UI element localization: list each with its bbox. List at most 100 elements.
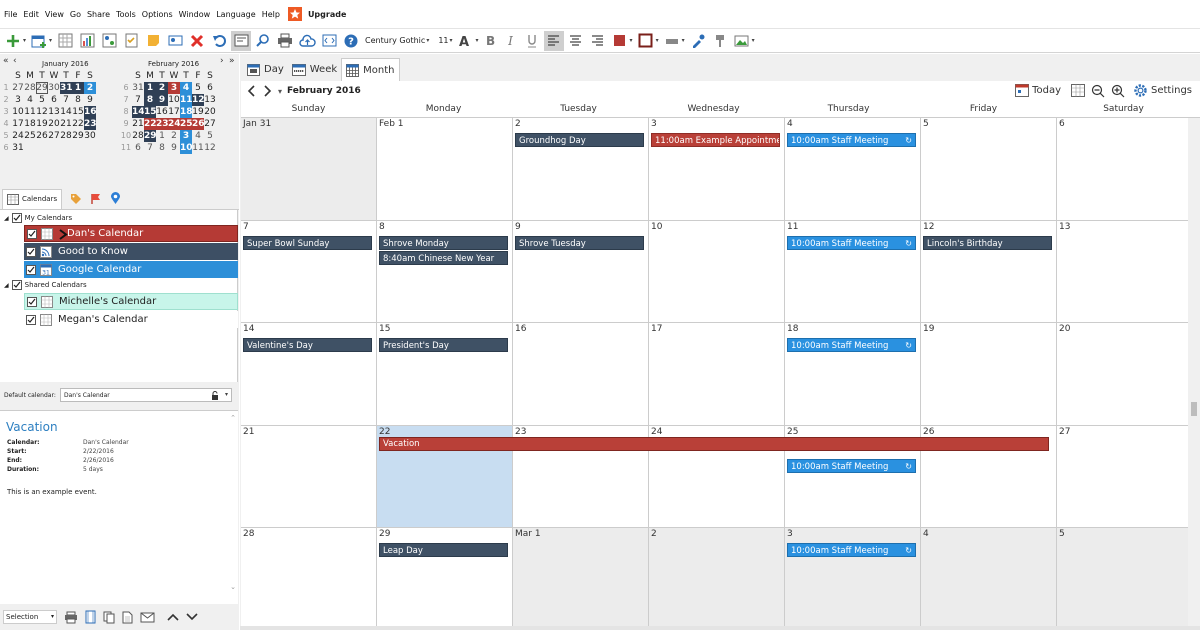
image-button[interactable]	[732, 31, 752, 51]
zoom-out-button[interactable]	[1091, 84, 1105, 98]
menu-help[interactable]: Help	[262, 10, 280, 19]
mini-calendar-day[interactable]: 23	[84, 118, 97, 130]
calendar-checkbox[interactable]	[26, 314, 36, 325]
paste-button[interactable]	[122, 611, 133, 624]
mini-calendar-day[interactable]: 2	[168, 130, 180, 142]
mini-calendar-day[interactable]: 14	[132, 106, 145, 118]
search-button[interactable]	[253, 31, 273, 51]
tab-flags[interactable]	[90, 193, 102, 205]
menu-go[interactable]: Go	[70, 10, 81, 19]
mini-calendar-day[interactable]: 9	[156, 94, 168, 106]
previous-item-button[interactable]	[167, 613, 179, 621]
mini-calendar-prev-button[interactable]: «	[3, 56, 9, 66]
calendar-checkbox[interactable]	[27, 228, 37, 239]
group-checkbox[interactable]	[11, 213, 22, 223]
default-calendar-select[interactable]: Dan's Calendar ▾	[60, 388, 232, 402]
mini-calendar-day[interactable]: 17	[168, 106, 180, 118]
mini-calendar-day[interactable]: 14	[60, 106, 72, 118]
mini-calendar-day[interactable]: 31	[132, 82, 144, 94]
font-size-grow-dropdown-arrow[interactable]: ▾	[476, 37, 479, 44]
mini-calendar-day[interactable]: 7	[132, 94, 144, 106]
event-chip[interactable]: 8:40am Chinese New Year	[379, 250, 508, 265]
image-dropdown-arrow[interactable]: ▾	[752, 37, 755, 44]
mini-calendar-next-button[interactable]: »	[229, 56, 235, 66]
note-button[interactable]	[143, 31, 163, 51]
group-my-calendars[interactable]: ◢ My Calendars	[4, 213, 72, 223]
mini-calendar-day[interactable]: 8	[144, 94, 156, 106]
event-vacation[interactable]: Vacation	[379, 437, 1049, 451]
mini-calendar-day[interactable]: 11	[24, 106, 36, 118]
mini-calendar-day[interactable]: 18	[180, 106, 193, 118]
eyedropper-button[interactable]	[688, 31, 708, 51]
mini-calendar-day[interactable]: 24	[168, 118, 181, 130]
day-cell[interactable]: 5	[1057, 528, 1194, 630]
mini-calendar-next-month-button[interactable]: ›	[220, 56, 224, 66]
filter-button[interactable]	[231, 30, 252, 51]
mini-calendar-day[interactable]: 1	[72, 82, 84, 94]
new-event-dropdown-arrow[interactable]: ▾	[49, 37, 52, 44]
align-center-button[interactable]	[566, 31, 586, 51]
vertical-scrollbar[interactable]	[1188, 118, 1200, 626]
event-chip[interactable]: 10:00am Staff Meeting ↻	[787, 338, 916, 353]
mini-calendar-day[interactable]: 28	[60, 130, 72, 142]
day-cell[interactable]: 9 Shrove Tuesday	[513, 220, 648, 323]
mini-calendar-day[interactable]: 12	[36, 106, 48, 118]
tab-categories[interactable]	[70, 193, 82, 205]
day-cell[interactable]: 8 Shrove Monday 8:40am Chinese New Year	[377, 220, 512, 323]
group-checkbox[interactable]	[11, 280, 22, 290]
fill-color-button[interactable]	[610, 31, 630, 51]
mini-calendar-day[interactable]: 5	[192, 82, 204, 94]
calendar-checkbox[interactable]	[26, 246, 36, 257]
day-cell[interactable]: 6	[1057, 118, 1194, 220]
event-chip[interactable]: 10:00am Staff Meeting ↻	[787, 458, 916, 473]
event-chip[interactable]: Super Bowl Sunday	[243, 235, 372, 250]
scrollbar-thumb[interactable]	[1191, 402, 1197, 416]
mini-calendar-day[interactable]: 22	[144, 118, 157, 130]
font-size-select[interactable]: 11	[438, 36, 448, 45]
font-family-dropdown-arrow[interactable]: ▾	[426, 37, 429, 44]
day-cell[interactable]: Mar 1	[513, 528, 648, 630]
mini-calendar-day[interactable]: 30	[84, 130, 96, 142]
border-color-button[interactable]	[636, 31, 656, 51]
underline-button[interactable]	[522, 31, 542, 51]
mini-calendar-day[interactable]: 29	[36, 82, 48, 94]
mini-calendar-day[interactable]: 25	[180, 118, 193, 130]
mini-calendar-day[interactable]: 29	[144, 130, 157, 142]
tab-day[interactable]: Day	[243, 59, 288, 80]
mini-calendar-day[interactable]: 21	[132, 118, 144, 130]
mini-calendar-day[interactable]: 3	[180, 130, 192, 142]
task-button[interactable]	[121, 31, 141, 51]
day-cell[interactable]: 2 Groundhog Day	[513, 118, 648, 220]
day-cell[interactable]: Jan 31	[241, 118, 376, 220]
group-shared-calendars[interactable]: ◢ Shared Calendars	[4, 280, 87, 290]
day-cell[interactable]: 4 10:00am Staff Meeting ↻	[785, 118, 920, 220]
mini-calendar-day[interactable]: 12	[204, 142, 216, 154]
day-view-button[interactable]	[55, 31, 75, 51]
today-button[interactable]: Today	[1015, 84, 1061, 97]
mini-calendar-prev-month-button[interactable]: ‹	[13, 56, 17, 66]
italic-button[interactable]: I	[502, 34, 520, 48]
mini-calendar-day[interactable]: 27	[204, 118, 216, 130]
event-chip[interactable]: 10:00am Staff Meeting ↻	[787, 133, 916, 147]
next-month-button[interactable]	[261, 85, 275, 97]
mini-calendar-day[interactable]: 18	[24, 118, 36, 130]
mini-calendar-day[interactable]: 28	[24, 82, 36, 94]
upgrade-button[interactable]: Upgrade	[287, 7, 346, 21]
menu-tools[interactable]: Tools	[116, 10, 136, 19]
undo-button[interactable]	[209, 31, 229, 51]
calendar-item-google[interactable]: 31 Google Calendar	[24, 261, 238, 278]
mini-calendar-day[interactable]: 4	[192, 130, 204, 142]
mini-calendar-day[interactable]: 8	[156, 142, 168, 154]
mini-calendar-day[interactable]: 30	[48, 82, 60, 94]
mini-calendar-day[interactable]: 8	[72, 94, 84, 106]
mini-calendar-day[interactable]: 15	[144, 106, 157, 118]
border-color-dropdown-arrow[interactable]: ▾	[656, 37, 659, 44]
day-cell[interactable]: 18 10:00am Staff Meeting ↻	[785, 323, 920, 425]
mini-calendar-day[interactable]: 17	[12, 118, 24, 130]
zoom-in-button[interactable]	[1111, 84, 1125, 98]
mini-calendar-day[interactable]: 1	[156, 130, 168, 142]
mini-calendar-day[interactable]: 13	[48, 106, 60, 118]
previous-month-button[interactable]	[244, 85, 258, 97]
day-cell[interactable]: 14 Valentine's Day	[241, 323, 376, 425]
menu-window[interactable]: Window	[179, 10, 211, 19]
